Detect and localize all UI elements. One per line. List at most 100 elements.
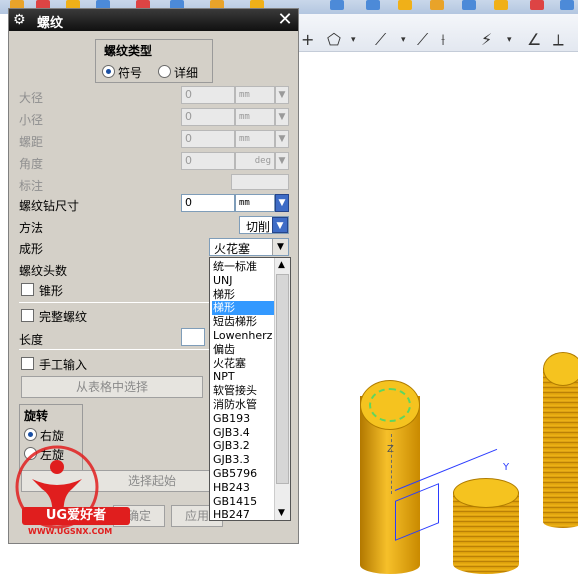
- callout-field[interactable]: [231, 174, 289, 190]
- radio-symbolic[interactable]: [102, 65, 115, 78]
- plus-icon[interactable]: +: [301, 32, 314, 48]
- major-dia-input[interactable]: 0: [181, 86, 235, 104]
- form-option[interactable]: 软管接头: [212, 384, 274, 398]
- radio-right-hand-label: 右旋: [40, 429, 65, 443]
- form-dropdown[interactable]: 火花塞 ▼: [209, 238, 289, 256]
- tap-drill-input[interactable]: 0: [181, 194, 235, 212]
- tapered-label: 锥形: [39, 284, 64, 298]
- form-option[interactable]: UNJ: [212, 274, 274, 288]
- angle-input[interactable]: 0: [181, 152, 235, 170]
- form-dropdown-list[interactable]: 统一标准 UNJ 梯形 梯形 短齿梯形 Lowenherz 偏齿 火花塞 NPT 软管接头 消防水管…: [209, 257, 291, 521]
- pitch-unit[interactable]: mm: [235, 130, 275, 148]
- profile-icon[interactable]: ⬠: [327, 32, 341, 48]
- scrollbar-thumb[interactable]: [276, 274, 289, 484]
- close-icon[interactable]: ✕: [276, 10, 294, 30]
- angle-icon[interactable]: ∠: [527, 32, 541, 48]
- callout-label: 标注: [19, 179, 44, 193]
- watermark-brand: UG爱好者: [22, 507, 130, 525]
- toolbar-icon[interactable]: [462, 0, 476, 10]
- axis-z-label: Z: [387, 444, 394, 455]
- down-arrow-icon[interactable]: ▼: [275, 86, 289, 104]
- form-label: 成形: [19, 242, 44, 256]
- sketch-toolbar: + ⬠ ▾ ⟋ ▾ ⟋ ⟊ ⚡ ▾ ∠ ⟂: [297, 14, 578, 52]
- thread-type-group: 螺纹类型 符号 详细: [95, 39, 213, 83]
- threaded-cylinder-body: [543, 368, 578, 528]
- minor-dia-unit[interactable]: mm: [235, 108, 275, 126]
- starts-label: 螺纹头数: [19, 264, 68, 278]
- tapered-checkbox[interactable]: [21, 283, 34, 296]
- minor-dia-input[interactable]: 0: [181, 108, 235, 126]
- toolbar-icon[interactable]: [330, 0, 344, 10]
- manual-input-label: 手工输入: [39, 358, 88, 372]
- threaded-cylinder-top[interactable]: [543, 352, 578, 386]
- watermark-url: WWW.UGSNX.COM: [28, 527, 113, 536]
- select-from-table-button[interactable]: 从表格中选择: [21, 376, 203, 398]
- toolbar-icon[interactable]: [366, 0, 380, 10]
- form-option[interactable]: 统一标准: [212, 260, 274, 274]
- form-option[interactable]: GB193: [212, 412, 274, 426]
- form-option[interactable]: Lowenherz: [212, 329, 274, 343]
- form-option[interactable]: 火花塞: [212, 357, 274, 371]
- form-option[interactable]: 梯形: [212, 288, 274, 302]
- dropdown-arrow-icon[interactable]: ▾: [507, 32, 512, 48]
- full-thread-checkbox[interactable]: [21, 309, 34, 322]
- manual-input-checkbox[interactable]: [21, 357, 34, 370]
- chevron-up-icon[interactable]: ▲: [278, 260, 285, 270]
- down-arrow-icon[interactable]: ▼: [275, 130, 289, 148]
- down-arrow-icon[interactable]: ▼: [275, 108, 289, 126]
- centerline: [391, 434, 392, 494]
- radio-detailed[interactable]: [158, 65, 171, 78]
- axis-y-label: Y: [503, 462, 510, 473]
- gear-icon[interactable]: ⚙: [13, 12, 29, 28]
- constraint-icon[interactable]: ⚡: [481, 32, 492, 48]
- graphics-viewport[interactable]: Z Y: [297, 52, 578, 574]
- form-option[interactable]: HB243: [212, 481, 274, 495]
- pitch-input[interactable]: 0: [181, 130, 235, 148]
- radio-symbolic-label: 符号: [118, 66, 143, 80]
- full-thread-label: 完整螺纹: [39, 310, 88, 324]
- dialog-title: 螺纹: [37, 16, 64, 31]
- trim-icon[interactable]: ⟊: [441, 32, 445, 48]
- form-option[interactable]: GJB3.2: [212, 439, 274, 453]
- down-arrow-icon[interactable]: ▼: [275, 194, 289, 212]
- form-option[interactable]: NPT: [212, 370, 274, 384]
- angle-unit[interactable]: deg: [235, 152, 275, 170]
- form-option[interactable]: 梯形: [212, 301, 274, 316]
- dropdown-arrow-icon[interactable]: ▾: [351, 32, 356, 48]
- threaded-cylinder-top[interactable]: [453, 478, 519, 508]
- toolbar-icon[interactable]: [398, 0, 412, 10]
- form-option[interactable]: HB247: [212, 508, 274, 520]
- chevron-down-icon[interactable]: ▼: [278, 508, 285, 518]
- form-option[interactable]: GB1415: [212, 495, 274, 509]
- form-option[interactable]: 消防水管: [212, 398, 274, 412]
- chevron-down-icon[interactable]: ▼: [272, 217, 288, 233]
- length-input[interactable]: [181, 328, 205, 346]
- toolbar-icon[interactable]: [494, 0, 508, 10]
- perpendicular-icon[interactable]: ⟂: [553, 32, 564, 48]
- tap-drill-label: 螺纹钻尺寸: [19, 199, 80, 213]
- line-icon[interactable]: ⟋: [375, 32, 386, 48]
- form-option[interactable]: GB5796: [212, 467, 274, 481]
- toolbar-icon[interactable]: [430, 0, 444, 10]
- angle-label: 角度: [19, 157, 44, 171]
- form-value: 火花塞: [214, 242, 251, 256]
- radio-right-hand[interactable]: [24, 428, 37, 441]
- list-scrollbar[interactable]: ▲ ▼: [274, 258, 290, 520]
- dialog-title-bar[interactable]: ⚙ 螺纹 ✕: [9, 9, 298, 31]
- form-option[interactable]: 偏齿: [212, 343, 274, 357]
- rotation-title: 旋转: [24, 409, 49, 423]
- form-option[interactable]: 短齿梯形: [212, 315, 274, 329]
- form-option[interactable]: GJB3.4: [212, 426, 274, 440]
- method-value: 切削: [246, 220, 271, 234]
- major-dia-unit[interactable]: mm: [235, 86, 275, 104]
- tap-drill-unit[interactable]: mm: [235, 194, 275, 212]
- toolbar-icon[interactable]: [560, 0, 574, 10]
- line-icon[interactable]: ⟋: [417, 32, 428, 48]
- form-option[interactable]: GJB3.3: [212, 453, 274, 467]
- pitch-label: 螺距: [19, 135, 44, 149]
- chevron-down-icon[interactable]: ▼: [272, 239, 288, 255]
- dropdown-arrow-icon[interactable]: ▾: [401, 32, 406, 48]
- down-arrow-icon[interactable]: ▼: [275, 152, 289, 170]
- toolbar-icon[interactable]: [530, 0, 544, 10]
- method-dropdown[interactable]: 切削 ▼: [239, 216, 289, 234]
